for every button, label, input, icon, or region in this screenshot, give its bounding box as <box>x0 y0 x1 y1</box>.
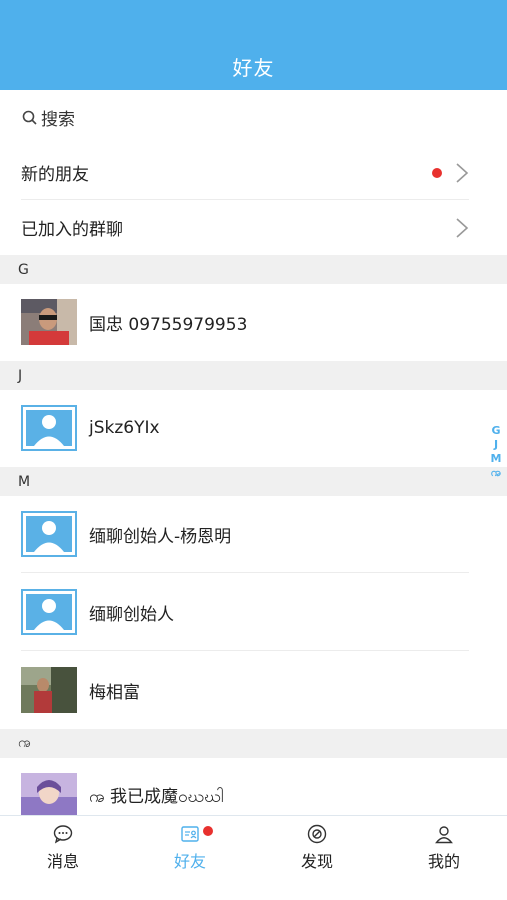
section-letter: M <box>18 473 31 490</box>
default-avatar-icon <box>21 589 77 635</box>
section-letter: J <box>18 367 23 384</box>
section-header-g: G <box>0 255 507 284</box>
bottom-tab-bar: 消息 好友 发现 我的 <box>0 815 507 900</box>
profile-icon <box>435 826 453 844</box>
search-icon <box>22 110 37 125</box>
contact-name: 国忠 09755979953 <box>89 314 248 335</box>
contact-name: 缅聊创始人-杨恩明 <box>89 526 232 547</box>
contact-row[interactable]: 梅相富 <box>0 651 507 729</box>
contact-name: ꩠ 我已成魔ဝဃဃါ <box>89 786 224 807</box>
index-letter-g[interactable]: G <box>489 424 503 438</box>
contact-name: 缅聊创始人 <box>89 604 174 625</box>
discover-icon <box>307 824 327 844</box>
chevron-right-icon <box>456 218 469 238</box>
chevron-right-icon <box>456 163 469 183</box>
index-letter-j[interactable]: J <box>489 438 503 452</box>
contacts-icon <box>181 826 199 842</box>
friends-tab-badge <box>203 826 213 836</box>
search-label: 搜索 <box>41 110 75 130</box>
section-letter: ꩠ <box>18 735 31 751</box>
section-header-m: M <box>0 467 507 496</box>
header-bar: 好友 <box>0 0 507 90</box>
contact-row[interactable]: 缅聊创始人 <box>0 573 507 651</box>
new-friends-row[interactable]: 新的朋友 <box>0 145 507 200</box>
tab-friends[interactable]: 好友 <box>127 816 253 876</box>
tab-messages[interactable]: 消息 <box>0 816 126 876</box>
alphabet-index-bar[interactable]: G J M ꩠ <box>489 424 503 480</box>
avatar <box>21 773 77 819</box>
page-title: 好友 <box>232 56 275 80</box>
index-letter-other[interactable]: ꩠ <box>489 466 503 480</box>
avatar <box>21 667 77 713</box>
contact-row[interactable]: 国忠 09755979953 <box>0 283 507 361</box>
contact-row[interactable]: jSkz6YIx <box>0 389 507 467</box>
joined-groups-label: 已加入的群聊 <box>21 220 123 240</box>
index-letter-m[interactable]: M <box>489 452 503 466</box>
avatar <box>21 299 77 345</box>
chat-bubble-icon <box>53 825 73 844</box>
tab-label: 消息 <box>46 852 79 871</box>
search-bar[interactable]: 搜索 <box>0 90 507 145</box>
section-letter: G <box>18 261 29 278</box>
contact-name: 梅相富 <box>89 682 140 703</box>
new-friends-label: 新的朋友 <box>21 165 89 185</box>
joined-groups-row[interactable]: 已加入的群聊 <box>0 200 507 255</box>
contact-row[interactable]: 缅聊创始人-杨恩明 <box>0 495 507 573</box>
tab-label: 我的 <box>427 852 460 871</box>
tab-me[interactable]: 我的 <box>381 816 507 876</box>
tab-label: 好友 <box>173 852 206 871</box>
contact-name: jSkz6YIx <box>89 418 160 438</box>
section-header-other: ꩠ <box>0 729 507 758</box>
default-avatar-icon <box>21 405 77 451</box>
section-header-j: J <box>0 361 507 390</box>
new-friends-badge <box>432 168 442 178</box>
friends-screen: 好友 搜索 新的朋友 已加入的群聊 G 国忠 09755979953 J jSk… <box>0 0 507 900</box>
default-avatar-icon <box>21 511 77 557</box>
tab-label: 发现 <box>300 852 333 871</box>
tab-discover[interactable]: 发现 <box>254 816 380 876</box>
